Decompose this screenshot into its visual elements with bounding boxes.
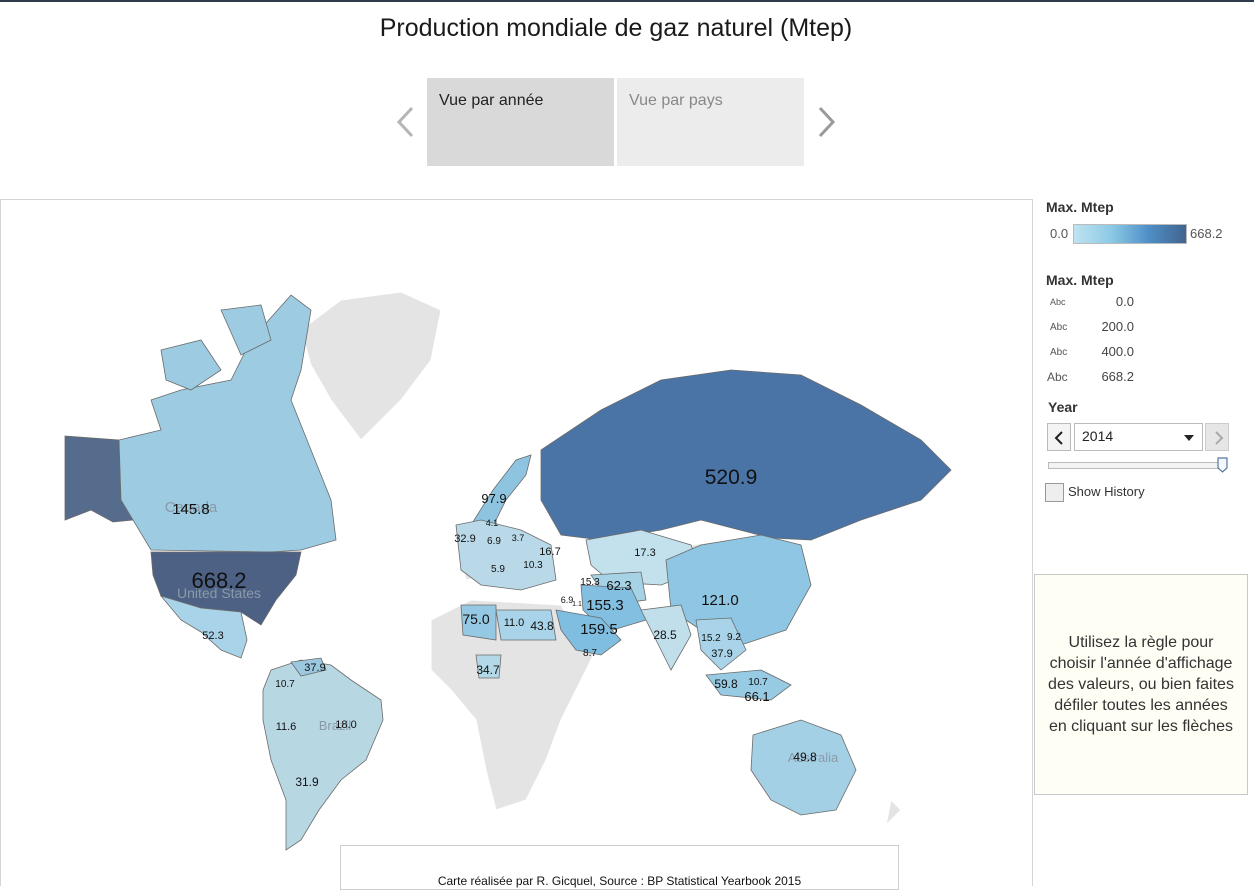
- value-iran: 155.3: [586, 597, 624, 614]
- value-germany: 6.9: [487, 536, 501, 547]
- value-india: 28.5: [653, 628, 677, 642]
- size-legend-symbol: Abc: [1047, 370, 1068, 384]
- value-mexico: 52.3: [202, 630, 223, 642]
- value-malaysia: 59.8: [714, 677, 738, 691]
- credit-box: Carte réalisée par R. Gicquel, Source : …: [340, 845, 899, 890]
- value-australia: 49.8: [793, 750, 817, 764]
- size-legend-title: Max. Mtep: [1046, 272, 1114, 288]
- value-turkmenistan: 62.3: [606, 578, 631, 593]
- value-usa: 668.2: [191, 568, 246, 593]
- color-legend-title: Max. Mtep: [1046, 199, 1114, 215]
- year-previous-button[interactable]: [1047, 423, 1071, 451]
- year-dropdown[interactable]: 2014: [1074, 423, 1203, 451]
- color-legend-gradient: [1073, 224, 1187, 244]
- value-china: 121.0: [701, 592, 739, 609]
- value-yemen: 8.7: [583, 648, 597, 659]
- size-legend-symbol: Abc: [1050, 297, 1066, 307]
- previous-view-button[interactable]: [391, 100, 421, 144]
- instruction-note: Utilisez la règle pour choisir l'année d…: [1034, 574, 1248, 795]
- value-italy: 5.9: [491, 564, 505, 575]
- color-legend-min: 0.0: [1050, 226, 1069, 241]
- world-map[interactable]: Canada United States Brazil Australia 66…: [0, 199, 1033, 886]
- caret-down-icon: [1184, 435, 1194, 441]
- year-slider-thumb[interactable]: [1217, 457, 1228, 473]
- size-legend-symbol: Abc: [1050, 347, 1068, 358]
- value-ukraine: 16.7: [539, 546, 560, 558]
- value-kazakhstan: 17.3: [634, 547, 655, 559]
- chevron-left-icon: [396, 106, 414, 138]
- size-legend-value: 200.0: [1101, 319, 1134, 334]
- value-canada: 145.8: [172, 501, 210, 518]
- value-egypt: 43.8: [530, 619, 554, 633]
- year-dropdown-value: 2014: [1082, 428, 1114, 444]
- year-filter-label: Year: [1048, 399, 1078, 415]
- size-legend-value: 400.0: [1101, 344, 1134, 359]
- instruction-text: Utilisez la règle pour choisir l'année d…: [1048, 634, 1234, 735]
- chevron-right-icon: [818, 106, 836, 138]
- value-indonesia: 66.1: [744, 689, 769, 704]
- value-argentina: 31.9: [295, 775, 319, 789]
- size-legend-symbol: Abc: [1050, 322, 1068, 333]
- value-netherlands: 32.9: [454, 533, 475, 545]
- value-azerbaijan: 15.3: [580, 577, 600, 588]
- value-brazil: 18.0: [335, 719, 356, 731]
- tab-vue-par-annee[interactable]: Vue par année: [427, 78, 614, 166]
- value-algeria: 75.0: [462, 611, 489, 627]
- value-libya: 11.0: [504, 617, 525, 629]
- year-slider[interactable]: [1048, 462, 1226, 469]
- value-nigeria: 34.7: [476, 663, 500, 677]
- value-qatar: 159.5: [580, 621, 618, 638]
- value-vietnam: 9.2: [727, 632, 741, 643]
- color-legend-max: 668.2: [1190, 226, 1223, 241]
- value-russia: 520.9: [705, 466, 758, 489]
- value-myanmar: 15.2: [701, 633, 721, 644]
- value-denmark: 4.1: [486, 518, 499, 528]
- value-poland: 3.7: [512, 533, 525, 543]
- value-syria: 1.1: [572, 601, 582, 608]
- value-brunei: 10.7: [748, 677, 768, 688]
- next-view-button[interactable]: [811, 100, 841, 144]
- chevron-right-icon: [1215, 431, 1224, 445]
- value-romania: 10.3: [523, 560, 543, 571]
- size-legend-value: 0.0: [1115, 294, 1134, 309]
- value-thailand: 37.9: [711, 648, 732, 660]
- value-trinidad: 37.9: [304, 662, 325, 674]
- size-legend-value: 668.2: [1101, 369, 1134, 384]
- page-title: Production mondiale de gaz naturel (Mtep…: [379, 14, 853, 42]
- chevron-left-icon: [1054, 431, 1063, 445]
- year-next-button[interactable]: [1205, 423, 1229, 451]
- show-history-label: Show History: [1068, 484, 1145, 499]
- value-norway: 97.9: [481, 491, 506, 506]
- show-history-checkbox[interactable]: [1045, 483, 1064, 502]
- tab-vue-par-pays[interactable]: Vue par pays: [617, 78, 804, 166]
- value-peru: 11.6: [276, 721, 297, 733]
- value-colombia: 10.7: [275, 679, 295, 690]
- top-rule: [0, 0, 1254, 2]
- world-map-canvas: Canada United States Brazil Australia 66…: [64, 291, 952, 851]
